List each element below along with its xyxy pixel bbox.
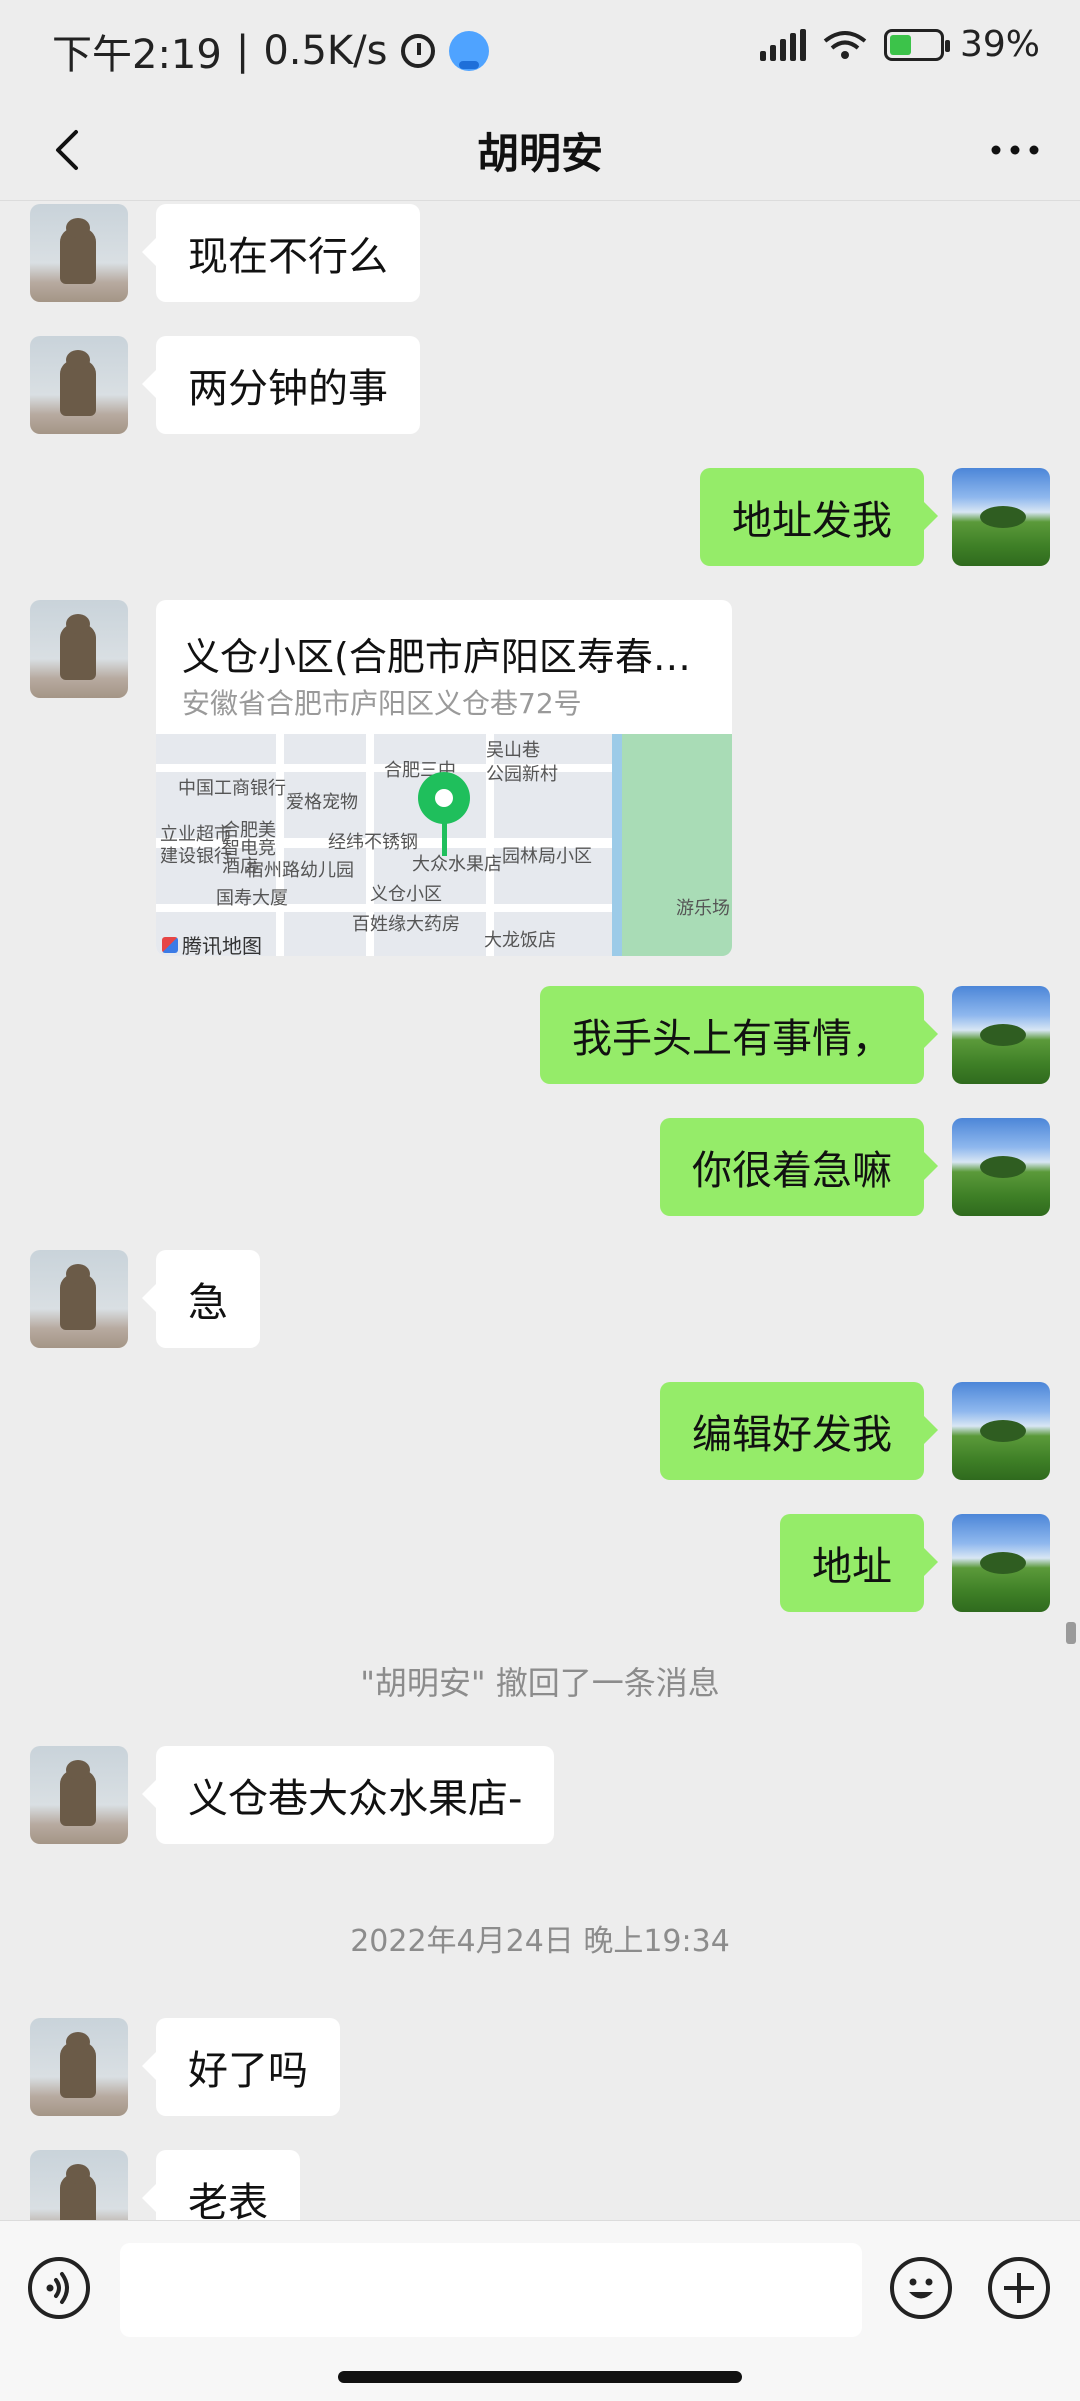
map-pin-icon (418, 772, 470, 824)
message-bubble[interactable]: 你很着急嘛 (660, 1118, 938, 1216)
self-avatar[interactable] (952, 1514, 1050, 1612)
self-avatar[interactable] (952, 986, 1050, 1084)
map-label: 建设银行 (160, 846, 232, 867)
message-timestamp: 2022年4月24日 晚上19:34 (350, 1924, 730, 1959)
map-label: 游乐场 (676, 898, 730, 919)
message-bubble[interactable]: 现在不行么 (142, 204, 420, 302)
map-label: 爱格宠物 (286, 792, 358, 813)
status-time: 下午2:19 (52, 32, 222, 78)
battery-percent: 39% (959, 24, 1040, 65)
status-left: 下午2:19 | 0.5K/s (52, 22, 490, 80)
alarm-icon (401, 34, 436, 68)
smiley-face-icon (909, 2278, 933, 2299)
recall-notice: "胡明安" 撤回了一条消息 (360, 1664, 720, 1702)
map-pin-stick (442, 820, 447, 856)
message-input-bar (0, 2220, 1080, 2401)
location-card[interactable]: 义仓小区(合肥市庐阳区寿春… 安徽省合肥市庐阳区义仓巷72号 中国工商银行 爱格… (156, 600, 732, 956)
location-address: 安徽省合肥市庐阳区义仓巷72号 (182, 687, 582, 720)
map-label: 经纬不锈钢 (328, 832, 418, 853)
contact-avatar[interactable] (30, 336, 128, 434)
status-bar: 下午2:19 | 0.5K/s 39% (0, 0, 1080, 100)
map-logo-icon (162, 936, 178, 953)
location-map-preview[interactable]: 中国工商银行 爱格宠物 合肥三中 吴山巷 公园新村 立业超市 合肥美智电竞酒店 … (156, 734, 732, 956)
map-label: 义仓小区 (370, 884, 442, 905)
message-bubble[interactable]: 老表 (142, 2150, 300, 2220)
voice-icon[interactable] (28, 2257, 90, 2319)
message-bubble[interactable]: 我手头上有事情， (540, 986, 938, 1084)
chat-message-list[interactable]: 现在不行么 两分钟的事 地址发我 义仓小区(合肥市庐阳区寿春… 安徽省合肥市庐阳… (0, 200, 1080, 2220)
contact-avatar[interactable] (30, 2018, 128, 2116)
self-avatar[interactable] (952, 468, 1050, 566)
map-label: 吴山巷 (486, 740, 540, 761)
message-bubble[interactable]: 地址发我 (700, 468, 938, 566)
message-bubble[interactable]: 两分钟的事 (142, 336, 420, 434)
signal-icon (759, 28, 806, 61)
plus-icon[interactable] (988, 2257, 1050, 2319)
chat-header: 胡明安 (0, 100, 1080, 201)
map-label: 大众水果店 (412, 854, 502, 875)
message-bubble[interactable]: 编辑好发我 (660, 1382, 938, 1480)
map-provider-name: 腾讯地图 (182, 934, 262, 956)
map-label: 中国工商银行 (178, 778, 286, 799)
contact-avatar[interactable] (30, 1250, 128, 1348)
map-label: 大龙饭店 (484, 930, 556, 951)
status-right: 39% (759, 24, 1040, 65)
status-separator: | (235, 28, 250, 74)
message-bubble[interactable]: 义仓巷大众水果店- (141, 1746, 555, 1844)
contact-avatar[interactable] (30, 204, 128, 302)
home-indicator[interactable] (338, 2371, 742, 2383)
voice-waves-icon (46, 2272, 69, 2304)
message-bubble[interactable]: 地址 (780, 1514, 938, 1612)
self-avatar[interactable] (952, 1382, 1050, 1480)
location-title: 义仓小区(合肥市庐阳区寿春… (182, 635, 691, 679)
chat-title: 胡明安 (476, 129, 603, 178)
network-speed: 0.5K/s (263, 28, 388, 74)
map-label: 宿州路幼儿园 (246, 860, 354, 881)
contact-avatar[interactable] (30, 2150, 128, 2220)
app-notification-icon (449, 31, 490, 71)
wifi-icon (823, 30, 867, 59)
map-label: 国寿大厦 (216, 888, 288, 909)
message-bubble[interactable]: 好了吗 (142, 2018, 340, 2116)
more-dots-icon[interactable] (980, 118, 1050, 182)
message-input[interactable] (120, 2243, 862, 2337)
emoji-icon[interactable] (890, 2257, 952, 2319)
map-label: 园林局小区 (502, 846, 592, 867)
scrollbar-thumb[interactable] (1066, 1622, 1076, 1644)
map-label: 百姓缘大药房 (352, 914, 460, 935)
battery-icon (883, 28, 950, 61)
map-provider-logo: 腾讯地图 (162, 930, 262, 956)
message-bubble[interactable]: 急 (142, 1250, 260, 1348)
contact-avatar[interactable] (30, 600, 128, 698)
contact-avatar[interactable] (30, 1746, 128, 1844)
map-label: 公园新村 (486, 764, 558, 785)
self-avatar[interactable] (952, 1118, 1050, 1216)
